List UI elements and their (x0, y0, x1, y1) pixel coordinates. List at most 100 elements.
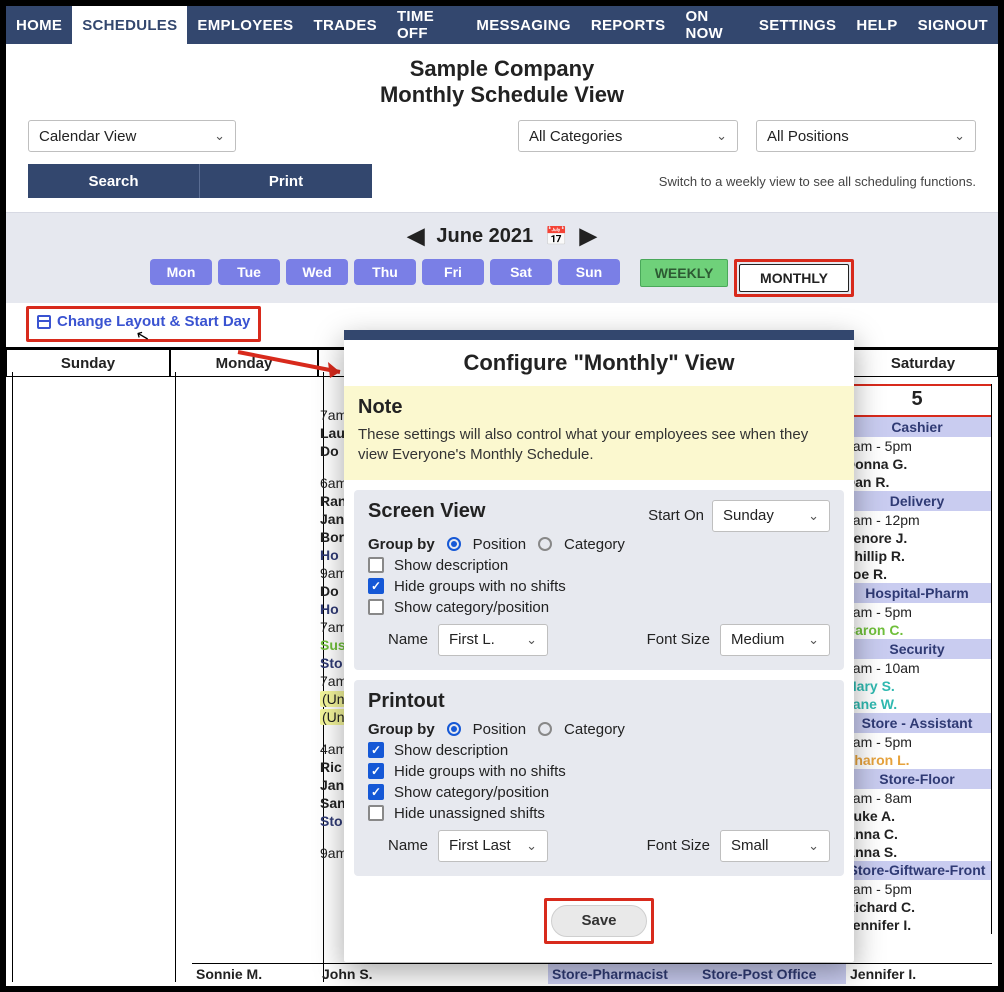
chevron-down-icon: ⌄ (808, 632, 819, 648)
screen-show-catpos-label: Show category/position (394, 599, 549, 616)
print-font-value: Small (731, 837, 769, 854)
saturday-column: 5 Cashier 7am - 5pm Donna G. Dan R. Deli… (842, 384, 992, 934)
weekly-toggle[interactable]: WEEKLY (640, 259, 728, 287)
screen-show-catpos-check[interactable] (368, 599, 384, 615)
bottom-mon: Sonnie M. (192, 963, 318, 984)
bottom-wed: Store-Pharmacist (548, 963, 698, 984)
grp-cashier: Cashier (843, 417, 991, 437)
person-row[interactable]: Lenore J. (843, 529, 991, 547)
screen-groupby-category-radio[interactable] (538, 537, 552, 551)
nav-messaging[interactable]: MESSAGING (466, 6, 580, 44)
print-show-catpos-check[interactable] (368, 784, 384, 800)
day-thu[interactable]: Thu (354, 259, 416, 285)
grp-delivery: Delivery (843, 491, 991, 511)
categories-select[interactable]: All Categories ⌄ (518, 120, 738, 152)
screen-font-select[interactable]: Medium ⌄ (720, 624, 830, 656)
view-select-value: Calendar View (39, 128, 136, 145)
nav-timeoff[interactable]: TIME OFF (387, 6, 466, 44)
screen-view-heading: Screen View (368, 500, 485, 523)
bottom-sat: Jennifer I. (846, 963, 992, 984)
modal-note: Note These settings will also control wh… (344, 386, 854, 480)
next-month-icon[interactable]: ▶ (580, 223, 597, 249)
time-row: 7am - 5pm (843, 733, 991, 751)
nav-schedules[interactable]: SCHEDULES (72, 6, 187, 44)
time-row: 7am - 5pm (843, 437, 991, 455)
start-on-select[interactable]: Sunday ⌄ (712, 500, 830, 532)
chevron-down-icon: ⌄ (526, 838, 537, 854)
person-row[interactable]: Sharon L. (843, 751, 991, 769)
time-row: 9am - 5pm (843, 880, 991, 898)
print-button[interactable]: Print (200, 164, 372, 198)
day-sun[interactable]: Sun (558, 259, 620, 285)
person-row[interactable]: Dan R. (843, 473, 991, 491)
modal-title: Configure "Monthly" View (344, 340, 854, 386)
print-font-select[interactable]: Small ⌄ (720, 830, 830, 862)
screen-groupby-position-radio[interactable] (447, 537, 461, 551)
print-groupby-label: Group by (368, 721, 435, 738)
person-row[interactable]: Anna C. (843, 825, 991, 843)
modal-bar (344, 330, 854, 340)
nav-reports[interactable]: REPORTS (581, 6, 676, 44)
note-body: These settings will also control what yo… (358, 425, 840, 466)
change-layout-label: Change Layout & Start Day (57, 313, 250, 330)
print-show-desc-label: Show description (394, 742, 508, 759)
screen-groupby-category-label: Category (564, 536, 625, 553)
screen-name-value: First L. (449, 631, 495, 648)
bottom-tue: John S. (318, 963, 548, 984)
top-nav: HOME SCHEDULES EMPLOYEES TRADES TIME OFF… (6, 6, 998, 44)
grp-security: Security (843, 639, 991, 659)
print-groupby-category-radio[interactable] (538, 722, 552, 736)
screen-show-desc-check[interactable] (368, 557, 384, 573)
day-tue[interactable]: Tue (218, 259, 280, 285)
layout-icon (37, 315, 51, 329)
print-show-desc-check[interactable] (368, 742, 384, 758)
save-bar: Save (344, 886, 854, 962)
bottom-thu: Store-Post Office (698, 963, 846, 984)
nav-onnow[interactable]: ON NOW (675, 6, 748, 44)
person-row[interactable]: Anna S. (843, 843, 991, 861)
search-button[interactable]: Search (28, 164, 200, 198)
chevron-down-icon: ⌄ (526, 632, 537, 648)
printout-section: Printout Group by Position Category Show… (354, 680, 844, 876)
person-row[interactable]: Richard C. (843, 898, 991, 916)
person-row[interactable]: Mary S. (843, 677, 991, 695)
day-fri[interactable]: Fri (422, 259, 484, 285)
nav-trades[interactable]: TRADES (303, 6, 386, 44)
nav-help[interactable]: HELP (846, 6, 907, 44)
view-select[interactable]: Calendar View ⌄ (28, 120, 236, 152)
screen-name-select[interactable]: First L. ⌄ (438, 624, 548, 656)
chevron-down-icon: ⌄ (808, 838, 819, 854)
print-hide-unassigned-label: Hide unassigned shifts (394, 805, 545, 822)
print-hide-groups-check[interactable] (368, 763, 384, 779)
prev-month-icon[interactable]: ◀ (408, 223, 425, 249)
screen-hide-groups-check[interactable] (368, 578, 384, 594)
print-groupby-position-radio[interactable] (447, 722, 461, 736)
person-row[interactable]: Phillip R. (843, 547, 991, 565)
day-wed[interactable]: Wed (286, 259, 348, 285)
person-row[interactable]: Joe R. (843, 565, 991, 583)
nav-settings[interactable]: SETTINGS (749, 6, 846, 44)
person-row[interactable]: Donna G. (843, 455, 991, 473)
print-name-select[interactable]: First Last ⌄ (438, 830, 548, 862)
note-heading: Note (358, 396, 840, 419)
screen-show-desc-label: Show description (394, 557, 508, 574)
page-title: Sample Company Monthly Schedule View (6, 56, 998, 108)
person-row[interactable]: Luke A. (843, 807, 991, 825)
print-groupby-category-label: Category (564, 721, 625, 738)
nav-signout[interactable]: SIGNOUT (908, 6, 998, 44)
save-button[interactable]: Save (551, 905, 647, 937)
print-show-catpos-label: Show category/position (394, 784, 549, 801)
positions-select[interactable]: All Positions ⌄ (756, 120, 976, 152)
day-sat[interactable]: Sat (490, 259, 552, 285)
person-row[interactable]: Caron C. (843, 621, 991, 639)
day-mon[interactable]: Mon (150, 259, 212, 285)
nav-employees[interactable]: EMPLOYEES (187, 6, 303, 44)
person-row[interactable]: Jennifer I. (843, 916, 991, 934)
calendar-icon[interactable]: 📅 (545, 226, 567, 247)
print-hide-unassigned-check[interactable] (368, 805, 384, 821)
monthly-toggle[interactable]: MONTHLY (739, 264, 849, 292)
nav-home[interactable]: HOME (6, 6, 72, 44)
person-row[interactable]: Jane W. (843, 695, 991, 713)
company-name: Sample Company (6, 56, 998, 82)
screen-font-label: Font Size (647, 631, 710, 648)
